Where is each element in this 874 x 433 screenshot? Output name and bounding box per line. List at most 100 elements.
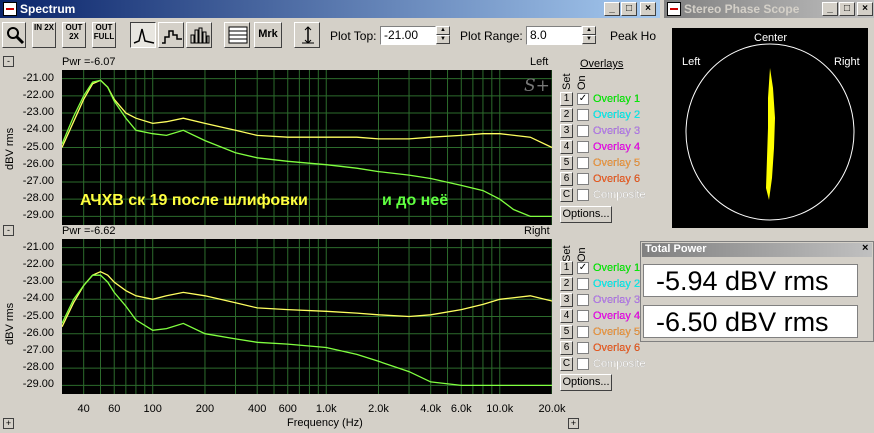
overlay-on-checkbox[interactable] [577,342,589,354]
y-tick-label: -29.00 [22,378,54,391]
phase-scope-display[interactable]: Center Left Right [672,28,868,228]
overlay-set-button[interactable]: C [560,357,573,371]
table-icon [228,26,248,44]
total-power-close-icon[interactable]: × [862,242,868,254]
annotation-green: и до неё [382,192,449,209]
close-button[interactable]: × [640,2,656,16]
overlay-on-checkbox[interactable] [577,326,589,338]
x-tick-label: 1.0k [315,403,337,415]
x-tick-label: 200 [195,403,215,415]
phase-scope-titlebar[interactable]: Stereo Phase Scope _ □ × [664,0,874,18]
overlay-name: Composite [593,358,646,370]
y-tick-label: -21.00 [22,71,54,84]
phase-minimize-button[interactable]: _ [822,2,838,16]
plot-top-spinner[interactable]: ▲ ▼ [436,26,450,45]
zoom-out-2x-button[interactable]: OUT 2X [62,22,86,48]
marker-button[interactable]: Mrk [254,22,282,48]
spin-down-icon[interactable]: ▼ [436,35,450,44]
expand-x-button[interactable]: + [568,418,579,429]
zoom-in-2x-button[interactable]: IN 2X [32,22,56,48]
options-button-top[interactable]: Options... [560,206,612,223]
overlay-set-button[interactable]: 6 [560,172,573,186]
overlay-on-checkbox[interactable] [577,125,589,137]
y-tick-label: -25.00 [22,140,54,153]
top-plot-area[interactable]: АЧХВ ск 19 после шлифовки и до неё S+ [61,70,553,225]
maximize-button[interactable]: □ [621,2,637,16]
overlay-name: Overlay 4 [593,141,641,153]
bar-graph-button[interactable] [186,22,212,48]
spin-down-icon[interactable]: ▼ [582,35,596,44]
bar-graph-icon [190,27,210,44]
overlay-row: 2 Overlay 2 [560,108,655,123]
x-tick-label: 60 [108,403,121,415]
overlay-set-button[interactable]: 4 [560,309,573,323]
overlay-on-checkbox[interactable] [577,278,589,290]
overlay-on-checkbox[interactable]: ✓ [577,93,589,105]
overlay-row: 6 Overlay 6 [560,172,655,187]
line-graph-icon [133,28,155,44]
plot-range-spinner[interactable]: ▲ ▼ [582,26,596,45]
table-button[interactable] [224,22,250,48]
y-tick-label: -22.00 [22,88,54,101]
overlay-set-button[interactable]: C [560,188,573,202]
overlay-on-checkbox[interactable] [577,157,589,169]
add-plot-button[interactable]: + [3,418,14,429]
y-tick-label: -26.00 [22,326,54,339]
top-channel-label: Left [530,56,549,68]
overlay-set-button[interactable]: 5 [560,156,573,170]
overlay-name: Overlay 4 [593,310,641,322]
overlay-row: 4 Overlay 4 [560,140,655,155]
zoom-out-full-button[interactable]: OUT FULL [92,22,116,48]
line-graph-button[interactable] [130,22,156,48]
vertical-cursor-icon [302,26,314,44]
overlay-on-checkbox[interactable] [577,173,589,185]
total-power-titlebar[interactable]: Total Power × [642,242,872,257]
zoom-out-label: OUT 2X [65,23,83,41]
overlay-set-button[interactable]: 2 [560,277,573,291]
spectrum-title: Spectrum [20,2,76,16]
spectrum-titlebar[interactable]: Spectrum _ □ × [0,0,660,18]
overlay-set-button[interactable]: 5 [560,325,573,339]
desktop: Spectrum _ □ × IN 2X OUT 2X OUT FULL Mrk… [0,0,874,433]
phase-maximize-button[interactable]: □ [839,2,855,16]
overlay-on-checkbox[interactable] [577,109,589,121]
options-button-bottom[interactable]: Options... [560,374,612,391]
collapse-top-plot-button[interactable]: - [3,56,14,67]
collapse-bottom-plot-button[interactable]: - [3,225,14,236]
cursor-button[interactable] [294,22,320,48]
plot-range-input[interactable]: 8.0 [526,26,582,45]
x-tick-label: 100 [143,403,162,415]
set-label: Set [561,73,573,90]
overlay-on-checkbox[interactable] [577,358,589,370]
overlay-on-checkbox[interactable] [577,189,589,201]
overlay-set-button[interactable]: 1 [560,92,573,106]
overlay-set-button[interactable]: 1 [560,261,573,275]
overlay-set-button[interactable]: 3 [560,124,573,138]
phase-scope-title: Stereo Phase Scope [684,2,800,16]
overlay-set-button[interactable]: 6 [560,341,573,355]
overlay-set-button[interactable]: 3 [560,293,573,307]
overlay-row: 1 ✓ Overlay 1 [560,92,655,107]
phase-close-button[interactable]: × [857,2,873,16]
overlay-set-button[interactable]: 2 [560,108,573,122]
on-label: On [576,247,588,262]
overlay-on-checkbox[interactable] [577,141,589,153]
y-tick-label: -23.00 [22,106,54,119]
overlay-on-checkbox[interactable]: ✓ [577,262,589,274]
zoom-button[interactable] [2,22,26,48]
step-graph-button[interactable] [158,22,184,48]
plot-range-label: Plot Range: [460,29,523,43]
overlay-on-checkbox[interactable] [577,310,589,322]
phase-scope-trace [766,68,775,200]
x-tick-label: 40 [77,403,90,415]
y-tick-label: -22.00 [22,257,54,270]
overlay-on-checkbox[interactable] [577,294,589,306]
minimize-button[interactable]: _ [604,2,620,16]
spectrum-app-icon [3,2,17,16]
plot-top-input[interactable]: -21.00 [380,26,436,45]
bottom-plot-area[interactable] [61,239,553,394]
overlay-set-button[interactable]: 4 [560,140,573,154]
total-power-left-value: -5.94 dBV rms [643,264,858,297]
spin-up-icon[interactable]: ▲ [436,26,450,35]
spin-up-icon[interactable]: ▲ [582,26,596,35]
